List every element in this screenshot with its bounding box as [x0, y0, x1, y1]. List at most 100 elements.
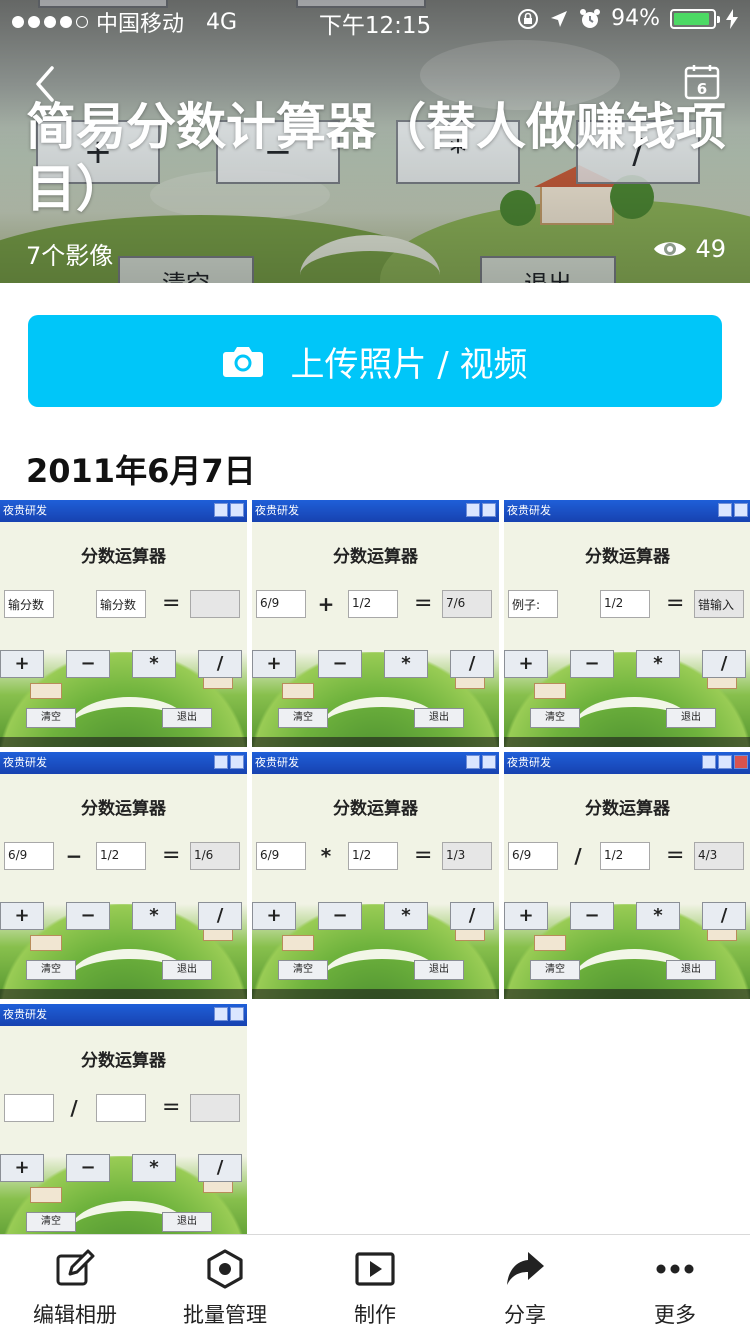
key-plus: +	[252, 650, 296, 678]
photo-thumbnail[interactable]: 夜贵研发 分数运算器 6/9−1/2 = 1/6 + − * / 清空 退出	[0, 752, 247, 999]
photo-thumbnail[interactable]: 夜贵研发 分数运算器 / = + − * / 清空 退出	[0, 1004, 247, 1251]
key-multiply: *	[132, 1154, 176, 1182]
key-divide: /	[198, 650, 242, 678]
photo-thumbnail[interactable]: 夜贵研发 分数运算器 例子: 1/2 = 错输入 + − * / 清空 退出	[504, 500, 750, 747]
numerator-field	[4, 1094, 54, 1122]
calculator-heading: 分数运算器	[585, 799, 670, 819]
calculator-heading: 分数运算器	[333, 547, 418, 567]
share-icon	[507, 1252, 544, 1285]
numerator-field: 6/9	[508, 842, 558, 870]
denominator-field: 1/2	[600, 590, 650, 618]
operator-label: /	[574, 844, 582, 868]
calculator-heading: 分数运算器	[81, 547, 166, 567]
window-controls	[214, 1007, 244, 1021]
numerator-field: 输分数	[4, 590, 54, 618]
calculator-heading: 分数运算器	[585, 547, 670, 567]
tab-more[interactable]: 更多	[600, 1235, 750, 1334]
key-divide: /	[198, 1154, 242, 1182]
hexagon-icon	[207, 1249, 243, 1289]
window-titlebar: 夜贵研发	[504, 500, 750, 522]
operator-label: *	[320, 844, 332, 868]
tab-label: 批量管理	[183, 1303, 267, 1327]
window-title: 夜贵研发	[255, 504, 299, 517]
key-minus: −	[570, 650, 614, 678]
key-multiply: *	[636, 902, 680, 930]
tab-share[interactable]: 分享	[450, 1235, 600, 1334]
cottage-decoration	[534, 935, 566, 951]
equals-sign: =	[162, 1095, 181, 1120]
key-plus: +	[252, 902, 296, 930]
equals-sign: =	[414, 591, 433, 616]
window-title: 夜贵研发	[3, 1008, 47, 1021]
view-count-value: 49	[695, 235, 726, 263]
operator-label: +	[317, 592, 335, 616]
calculator-heading: 分数运算器	[333, 799, 418, 819]
equals-sign: =	[666, 843, 685, 868]
tab-batch-manage[interactable]: 批量管理	[150, 1235, 300, 1334]
alarm-icon	[580, 8, 601, 28]
tab-create[interactable]: 制作	[300, 1235, 450, 1334]
window-title: 夜贵研发	[507, 756, 551, 769]
photo-thumbnail[interactable]: 夜贵研发 分数运算器 输分数 输分数 = + − * / 清空 退出	[0, 500, 247, 747]
edit-icon	[56, 1249, 95, 1286]
exit-button: 退出	[666, 960, 716, 980]
date-heading: 2011年6月7日	[26, 452, 256, 490]
window-controls	[702, 755, 748, 769]
item-count: 7个影像	[26, 242, 114, 270]
calendar-icon[interactable]: 6	[684, 64, 720, 100]
clear-button: 清空	[278, 960, 328, 980]
key-multiply: *	[132, 902, 176, 930]
photo-edge	[252, 989, 499, 999]
photo-thumbnail[interactable]: 夜贵研发 分数运算器 6/9 / 1/2 = 4/3 + − * / 清空 退出	[504, 752, 750, 999]
result-field: 4/3	[694, 842, 744, 870]
upload-button[interactable]: 上传照片 / 视频	[28, 315, 722, 407]
denominator-field	[96, 1094, 146, 1122]
photo-edge	[504, 989, 750, 999]
exit-button: 退出	[414, 708, 464, 728]
clear-button: 清空	[530, 708, 580, 728]
key-divide: /	[450, 650, 494, 678]
window-controls	[466, 755, 496, 769]
tab-edit-album[interactable]: 编辑相册	[0, 1235, 150, 1334]
window-titlebar: 夜贵研发	[504, 752, 750, 774]
cottage-decoration	[30, 935, 62, 951]
key-multiply: *	[384, 650, 428, 678]
numerator-field: 6/9	[256, 590, 306, 618]
window-title: 夜贵研发	[255, 756, 299, 769]
operator-label: −	[65, 844, 83, 868]
operator-label: /	[70, 1096, 78, 1120]
window-titlebar: 夜贵研发	[0, 1004, 247, 1026]
calculator-heading: 分数运算器	[81, 1051, 166, 1071]
photo-thumbnail[interactable]: 夜贵研发 分数运算器 6/9 +1/2 = 7/6 + − * / 清空 退出	[252, 500, 499, 747]
photo-thumbnail[interactable]: 夜贵研发 分数运算器 6/9 * 1/2 = 1/3 + − * / 清空 退出	[252, 752, 499, 999]
equals-sign: =	[666, 591, 685, 616]
result-field: 错输入	[694, 590, 744, 618]
key-divide: /	[198, 902, 242, 930]
battery-percent: 94%	[611, 6, 660, 31]
result-field: 1/6	[190, 842, 240, 870]
album-title: 简易分数计算器（替人做赚钱项目）	[26, 98, 726, 218]
tab-label: 编辑相册	[33, 1303, 117, 1327]
clear-button: 清空	[278, 708, 328, 728]
key-minus: −	[66, 650, 110, 678]
result-field: 7/6	[442, 590, 492, 618]
album-page: + − * / 清空 退出 中国移动 4G 下午12:15	[0, 0, 750, 1334]
window-titlebar: 夜贵研发	[252, 752, 499, 774]
window-titlebar: 夜贵研发	[0, 500, 247, 522]
bottom-tab-bar: 编辑相册 批量管理 制作 分享 更多	[0, 1234, 750, 1334]
equals-sign: =	[162, 843, 181, 868]
clear-button: 清空	[26, 708, 76, 728]
cottage-decoration	[282, 935, 314, 951]
window-controls	[214, 503, 244, 517]
photo-edge	[0, 989, 247, 999]
exit-button: 退出	[162, 708, 212, 728]
clear-button: 清空	[530, 960, 580, 980]
clear-button: 清空	[26, 1212, 76, 1232]
play-icon	[355, 1252, 395, 1286]
key-multiply: *	[636, 650, 680, 678]
location-icon	[551, 10, 568, 27]
denominator-field: 1/2	[348, 842, 398, 870]
key-plus: +	[0, 650, 44, 678]
calculator-heading: 分数运算器	[81, 799, 166, 819]
photo-edge	[0, 737, 247, 747]
